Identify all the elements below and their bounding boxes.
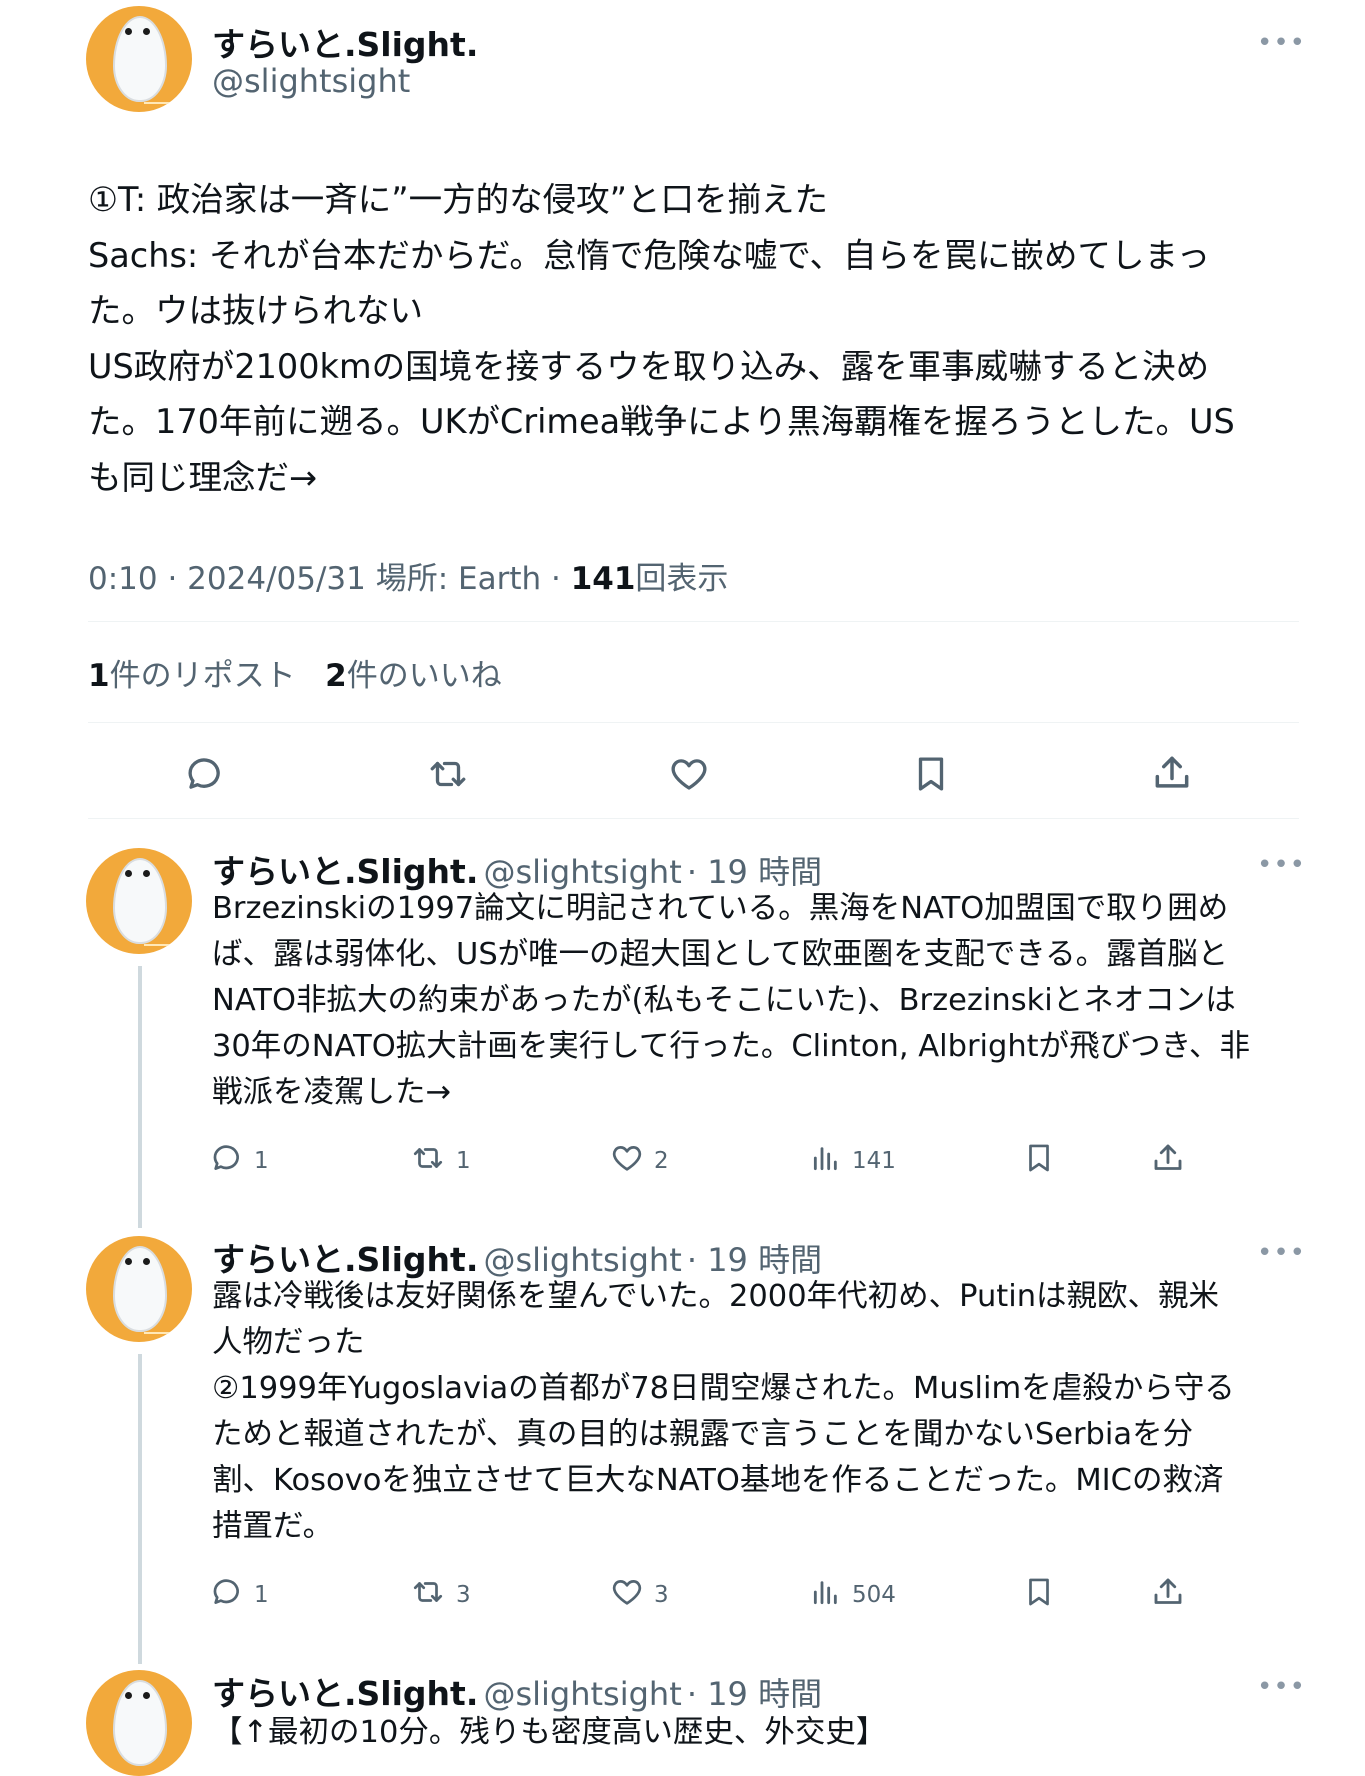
reply-count: 1 — [254, 1582, 269, 1608]
views-count: 141 — [852, 1148, 896, 1174]
thread-line — [138, 966, 142, 1228]
reply-icon[interactable] — [184, 753, 226, 795]
avatar[interactable] — [86, 848, 192, 954]
reply-line: ば、露は弱体化、USが唯一の超大国として欧亜圏を支配できる。露首脳と — [212, 937, 1229, 972]
repost-count: 1 — [456, 1148, 471, 1174]
timestamp[interactable]: 0:10 · 2024/05/31 場所: Earth · — [88, 561, 571, 597]
reply-line: 【↑最初の10分。残りも密度高い歴史、外交史】 — [212, 1715, 887, 1750]
reply-line: 割、Kosovoを独立させて巨大なNATO基地を作ることだった。MICの救済 — [212, 1463, 1224, 1498]
reply-line: 30年のNATO拡大計画を実行して行った。Clinton, Albrightが飛… — [212, 1029, 1250, 1064]
avatar[interactable] — [86, 6, 192, 112]
reposts-label: 件のリポスト — [109, 658, 296, 694]
share-icon[interactable] — [1150, 1140, 1186, 1176]
reposts-link[interactable]: 1件のリポスト — [88, 658, 296, 694]
reply-line: 措置だ。 — [212, 1509, 334, 1544]
bookmark-icon[interactable] — [910, 753, 952, 795]
reply-text: 露は冷戦後は友好関係を望んでいた。2000年代初め、Putinは親欧、親米 人物… — [212, 1274, 1312, 1550]
views-icon — [810, 1575, 842, 1615]
reply-header: すらいと.Slight. @slightsight · 19 時間 — [212, 1667, 822, 1715]
likes-link[interactable]: 2件のいいね — [325, 658, 502, 694]
reply-line: 露は冷戦後は友好関係を望んでいた。2000年代初め、Putinは親欧、親米 — [212, 1279, 1220, 1314]
repost-action[interactable]: 3 — [410, 1575, 471, 1615]
like-count: 2 — [654, 1148, 669, 1174]
reply-icon — [210, 1575, 244, 1615]
divider — [88, 621, 1299, 622]
tweet-line: Sachs: それが台本だからだ。怠惰で危険な嘘で、自らを罠に嵌めてしまっ — [88, 235, 1211, 275]
views-action[interactable]: 504 — [810, 1575, 896, 1615]
repost-action[interactable]: 1 — [410, 1141, 471, 1181]
display-name[interactable]: すらいと.Slight. — [212, 1674, 478, 1713]
reply-line: 人物だった — [212, 1325, 365, 1360]
more-icon[interactable]: ••• — [1257, 852, 1306, 878]
heart-icon — [610, 1141, 644, 1181]
reply-text: Brzezinskiの1997論文に明記されている。黒海をNATO加盟国で取り囲… — [212, 886, 1312, 1116]
tweet-line: ①T: 政治家は一斉に”一方的な侵攻”と口を揃えた — [88, 180, 828, 219]
likes-count: 2 — [325, 658, 347, 694]
bookmark-icon[interactable] — [1022, 1141, 1056, 1175]
repost-icon — [410, 1141, 446, 1181]
reply-line: ②1999年Yugoslaviaの首都が78日間空爆された。Muslimを虐殺か… — [212, 1371, 1235, 1406]
reply-icon — [210, 1141, 244, 1181]
tweet-text: ①T: 政治家は一斉に”一方的な侵攻”と口を揃えた Sachs: それが台本だか… — [88, 172, 1298, 505]
views-count: 504 — [852, 1582, 896, 1608]
tweet-line: US政府が2100kmの国境を接するウを取り込み、露を軍事威嚇すると決め — [88, 346, 1210, 386]
repost-icon — [410, 1575, 446, 1615]
heart-icon[interactable] — [668, 753, 710, 795]
likes-label: 件のいいね — [346, 658, 502, 694]
reply-line: Brzezinskiの1997論文に明記されている。黒海をNATO加盟国で取り囲… — [212, 891, 1229, 926]
more-icon[interactable]: ••• — [1257, 1674, 1306, 1700]
divider — [88, 722, 1299, 723]
tweet-line: た。ウは抜けられない — [88, 291, 423, 330]
reply-count: 1 — [254, 1148, 269, 1174]
more-icon[interactable]: ••• — [1257, 30, 1306, 56]
engagement-stats: 1件のリポスト 2件のいいね — [88, 650, 502, 695]
like-action[interactable]: 3 — [610, 1575, 669, 1615]
repost-count: 3 — [456, 1582, 471, 1608]
views-action[interactable]: 141 — [810, 1141, 896, 1181]
share-icon[interactable] — [1150, 751, 1194, 795]
reply-line: ためと報道されたが、真の目的は親露で言うことを聞かないSerbiaを分 — [212, 1417, 1194, 1452]
view-label: 回表示 — [635, 561, 729, 597]
thread-line — [138, 1354, 142, 1664]
divider — [88, 818, 1299, 819]
reply-text: 【↑最初の10分。残りも密度高い歴史、外交史】 — [212, 1710, 1312, 1756]
reply-action[interactable]: 1 — [210, 1141, 269, 1181]
heart-icon — [610, 1575, 644, 1615]
reposts-count: 1 — [88, 658, 110, 694]
tweet-line: た。170年前に遡る。UKがCrimea戦争により黒海覇権を握ろうとした。US — [88, 402, 1235, 441]
more-icon[interactable]: ••• — [1257, 1240, 1306, 1266]
like-action[interactable]: 2 — [610, 1141, 669, 1181]
reply-line: 戦派を凌駕した→ — [212, 1075, 452, 1110]
reply-line: NATO非拡大の約束があったが(私もそこにいた)、Brzezinskiとネオコン… — [212, 983, 1236, 1018]
like-count: 3 — [654, 1582, 669, 1608]
timestamp[interactable]: · 19 時間 — [687, 1675, 822, 1713]
tweet-line: も同じ理念だ→ — [88, 457, 318, 497]
username-handle[interactable]: @slightsight — [212, 62, 410, 100]
views-icon — [810, 1141, 842, 1181]
tweet-meta: 0:10 · 2024/05/31 場所: Earth · 141回表示 — [88, 553, 728, 598]
share-icon[interactable] — [1150, 1574, 1186, 1610]
repost-icon[interactable] — [426, 753, 470, 795]
avatar[interactable] — [86, 1670, 192, 1776]
reply-action[interactable]: 1 — [210, 1575, 269, 1615]
avatar[interactable] — [86, 1236, 192, 1342]
bookmark-icon[interactable] — [1022, 1575, 1056, 1609]
display-name[interactable]: すらいと.Slight. — [212, 18, 478, 66]
username-handle[interactable]: @slightsight — [483, 1675, 681, 1713]
view-count: 141 — [570, 561, 636, 597]
